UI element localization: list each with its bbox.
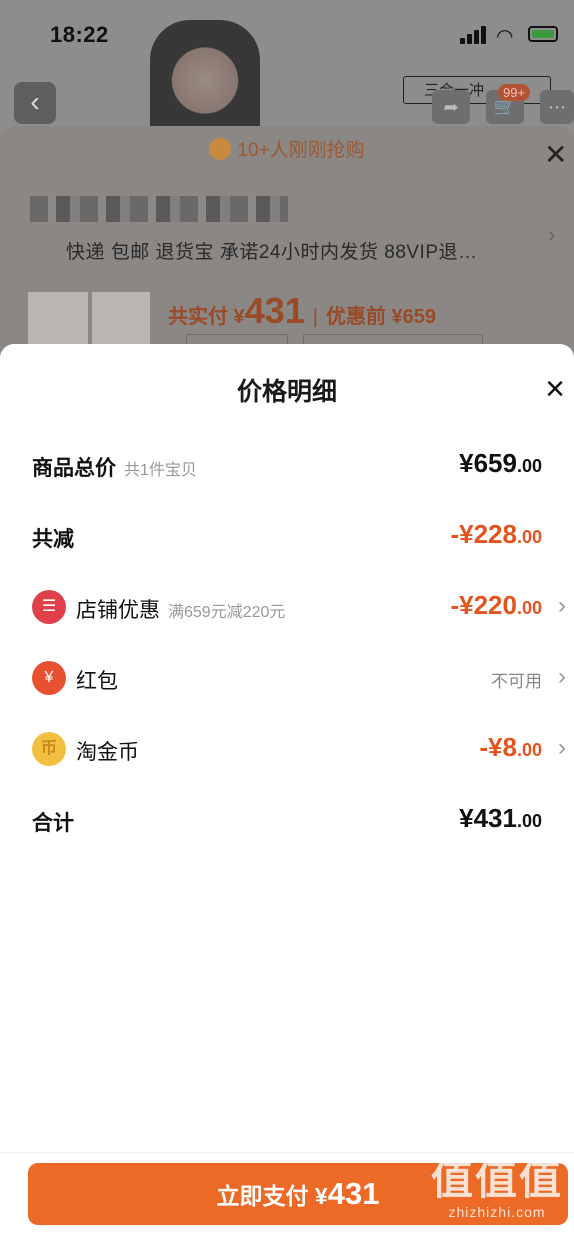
pay-button-amount: 431 bbox=[327, 1176, 380, 1211]
before-discount: 优惠前 ¥659 bbox=[325, 306, 437, 328]
value-main: -¥8 bbox=[479, 732, 517, 762]
status-time: 18:22 bbox=[50, 22, 109, 47]
watermark-main: 值值值 bbox=[430, 1156, 563, 1203]
watermark: 值值值 zhizhizhi.com bbox=[424, 1156, 570, 1230]
row-label: 商品总价 共1件宝贝 bbox=[32, 452, 197, 482]
watermark-sub: zhizhizhi.com bbox=[448, 1204, 546, 1220]
row-value: 不可用 bbox=[491, 672, 542, 691]
value-decimal: .00 bbox=[516, 740, 542, 760]
row-value: -¥8.00 bbox=[479, 732, 542, 763]
price-detail-sheet: 价格明细 × 商品总价 共1件宝贝 ¥659.00 共减 -¥228.00 ☰ 店… bbox=[0, 344, 574, 1237]
row-value: -¥228.00 bbox=[450, 519, 542, 550]
row-label: 店铺优惠 满659元减220元 bbox=[76, 594, 285, 624]
purchase-banner: 10+人刚刚抢购 bbox=[0, 135, 574, 175]
value-decimal: .00 bbox=[516, 811, 542, 831]
total-paid-summary: 共实付 ¥431 | 优惠前 ¥659 bbox=[168, 290, 436, 332]
total-paid-label: 共实付 ¥ bbox=[168, 306, 245, 328]
row-gold-coin[interactable]: 币 淘金币 -¥8.00 › bbox=[0, 726, 574, 776]
battery-icon bbox=[528, 26, 558, 42]
gold-coin-icon: 币 bbox=[32, 732, 66, 766]
row-value: ¥659.00 bbox=[459, 448, 542, 479]
mascot-icon bbox=[209, 137, 232, 160]
blurred-address bbox=[30, 196, 288, 222]
row-label: 淘金币 bbox=[76, 741, 139, 764]
value-main: ¥659 bbox=[459, 448, 517, 478]
value-decimal: .00 bbox=[516, 598, 542, 618]
row-goods-total: 商品总价 共1件宝贝 ¥659.00 bbox=[0, 442, 574, 492]
chevron-right-icon[interactable]: › bbox=[548, 222, 555, 248]
wifi-icon: ◠ bbox=[496, 26, 514, 48]
row-red-packet[interactable]: ¥ 红包 不可用 › bbox=[0, 655, 574, 705]
chevron-right-icon[interactable]: › bbox=[558, 734, 566, 762]
close-icon[interactable]: × bbox=[540, 372, 570, 406]
row-total-discount: 共减 -¥228.00 bbox=[0, 513, 574, 563]
row-value: -¥220.00 bbox=[450, 590, 542, 621]
row-label-text: 店铺优惠 bbox=[76, 599, 160, 622]
row-value: ¥431.00 bbox=[459, 803, 542, 834]
row-grand-total: 合计 ¥431.00 bbox=[0, 797, 574, 847]
cart-badge: 99+ bbox=[498, 84, 531, 101]
sheet-title: 价格明细 bbox=[236, 378, 337, 406]
shop-icon: ☰ bbox=[32, 590, 66, 624]
row-sub: 满659元减220元 bbox=[168, 604, 286, 621]
service-tags: 快递 包邮 退货宝 承诺24小时内发货 88VIP退… bbox=[66, 242, 478, 263]
status-bar: 18:22 ◠ bbox=[0, 0, 574, 72]
separator: | bbox=[312, 306, 318, 328]
divider bbox=[0, 1152, 574, 1153]
total-paid-value: 431 bbox=[244, 290, 305, 331]
red-packet-icon: ¥ bbox=[32, 661, 66, 695]
back-button[interactable]: ‹ bbox=[14, 82, 56, 124]
chevron-right-icon[interactable]: › bbox=[558, 592, 566, 620]
row-label: 红包 bbox=[76, 670, 118, 693]
pay-button-label: 立即支付 ¥ bbox=[216, 1183, 328, 1209]
chevron-right-icon[interactable]: › bbox=[558, 663, 566, 691]
row-label: 共减 bbox=[32, 528, 74, 551]
share-icon[interactable]: ➦ bbox=[432, 90, 470, 124]
row-label-text: 商品总价 bbox=[32, 457, 116, 480]
value-main: -¥228 bbox=[450, 519, 517, 549]
more-icon[interactable]: ⋯ bbox=[540, 90, 574, 124]
row-shop-discount[interactable]: ☰ 店铺优惠 满659元减220元 -¥220.00 › bbox=[0, 584, 574, 634]
value-main: ¥431 bbox=[459, 803, 517, 833]
banner-text: 10+人刚刚抢购 bbox=[237, 140, 365, 161]
row-label: 合计 bbox=[32, 812, 74, 835]
value-decimal: .00 bbox=[516, 527, 542, 547]
value-main: -¥220 bbox=[450, 590, 517, 620]
value-decimal: .00 bbox=[516, 456, 542, 476]
signal-icon bbox=[460, 26, 488, 44]
row-sub: 共1件宝贝 bbox=[124, 462, 197, 479]
close-icon[interactable]: ✕ bbox=[544, 138, 567, 171]
